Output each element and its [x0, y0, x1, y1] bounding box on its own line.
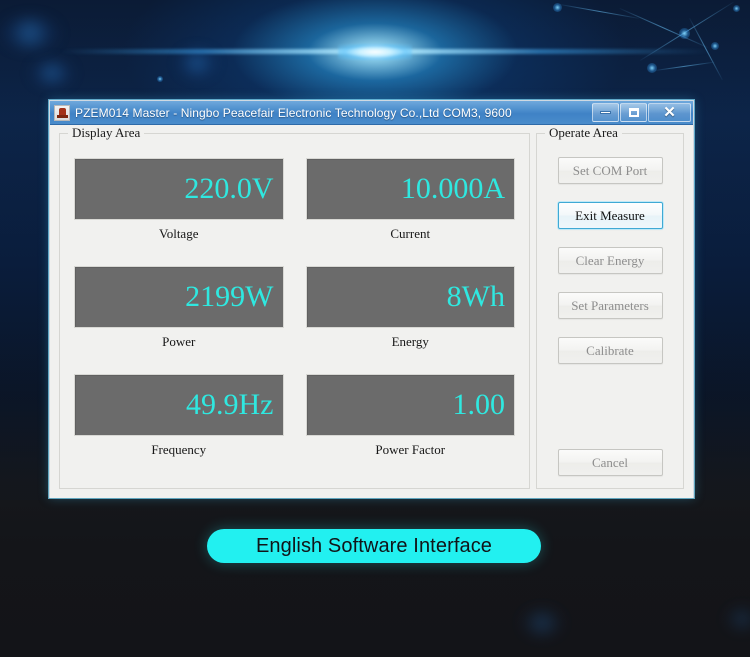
power-value-box: 2199W [74, 266, 284, 328]
exit-measure-button[interactable]: Exit Measure [558, 202, 663, 229]
background-smudge [0, 18, 60, 48]
page-root: PZEM014 Master - Ningbo Peacefair Electr… [0, 0, 750, 657]
frequency-value: 49.9Hz [186, 390, 273, 420]
set-parameters-button[interactable]: Set Parameters [558, 292, 663, 319]
power-value: 2199W [185, 282, 273, 312]
title-bar[interactable]: PZEM014 Master - Ningbo Peacefair Electr… [50, 101, 693, 125]
network-node [553, 3, 562, 12]
lens-flare-core [338, 44, 412, 60]
power-factor-value-box: 1.00 [306, 374, 516, 436]
window-controls: ✕ [591, 101, 691, 123]
network-node [733, 5, 740, 12]
meter-current: 10.000A Current [306, 158, 516, 264]
meter-power-factor: 1.00 Power Factor [306, 374, 516, 480]
voltage-label: Voltage [159, 226, 198, 242]
network-node [647, 63, 657, 73]
voltage-value-box: 220.0V [74, 158, 284, 220]
energy-value: 8Wh [447, 282, 505, 312]
meter-voltage: 220.0V Voltage [74, 158, 284, 264]
background-lower [0, 500, 750, 657]
network-node [711, 42, 719, 50]
current-label: Current [390, 226, 430, 242]
meter-power: 2199W Power [74, 266, 284, 372]
display-area-title: Display Area [68, 125, 144, 141]
energy-value-box: 8Wh [306, 266, 516, 328]
caption-text: English Software Interface [256, 535, 492, 558]
network-node [157, 76, 163, 82]
app-icon [54, 105, 70, 121]
maximize-icon [629, 108, 639, 117]
power-factor-value: 1.00 [453, 390, 506, 420]
voltage-value: 220.0V [184, 174, 273, 204]
minimize-icon [600, 111, 611, 114]
close-icon: ✕ [663, 105, 676, 120]
application-window: PZEM014 Master - Ningbo Peacefair Electr… [49, 100, 694, 498]
background-smudge [178, 50, 216, 76]
set-com-port-button[interactable]: Set COM Port [558, 157, 663, 184]
minimize-button[interactable] [592, 103, 619, 122]
frequency-value-box: 49.9Hz [74, 374, 284, 436]
current-value-box: 10.000A [306, 158, 516, 220]
clear-energy-button[interactable]: Clear Energy [558, 247, 663, 274]
cancel-button[interactable]: Cancel [558, 449, 663, 476]
power-factor-label: Power Factor [375, 442, 445, 458]
current-value: 10.000A [401, 174, 505, 204]
meter-frequency: 49.9Hz Frequency [74, 374, 284, 480]
background-smudge [30, 62, 74, 84]
operate-area-title: Operate Area [545, 125, 622, 141]
operate-button-stack: Set COM Port Exit Measure Clear Energy S… [537, 148, 683, 488]
frequency-label: Frequency [151, 442, 206, 458]
meter-energy: 8Wh Energy [306, 266, 516, 372]
display-area-group: Display Area 220.0V Voltage 10.000A Curr… [59, 133, 530, 489]
power-label: Power [162, 334, 195, 350]
maximize-button[interactable] [620, 103, 647, 122]
energy-label: Energy [392, 334, 429, 350]
close-button[interactable]: ✕ [648, 103, 691, 122]
meter-grid: 220.0V Voltage 10.000A Current 2199W [60, 148, 529, 488]
network-node [679, 28, 690, 39]
window-title: PZEM014 Master - Ningbo Peacefair Electr… [75, 106, 512, 120]
caption-pill: English Software Interface [207, 529, 541, 563]
background-smudge [520, 610, 564, 636]
calibrate-button[interactable]: Calibrate [558, 337, 663, 364]
window-client-area: Display Area 220.0V Voltage 10.000A Curr… [50, 125, 693, 498]
operate-area-group: Operate Area Set COM Port Exit Measure C… [536, 133, 684, 489]
